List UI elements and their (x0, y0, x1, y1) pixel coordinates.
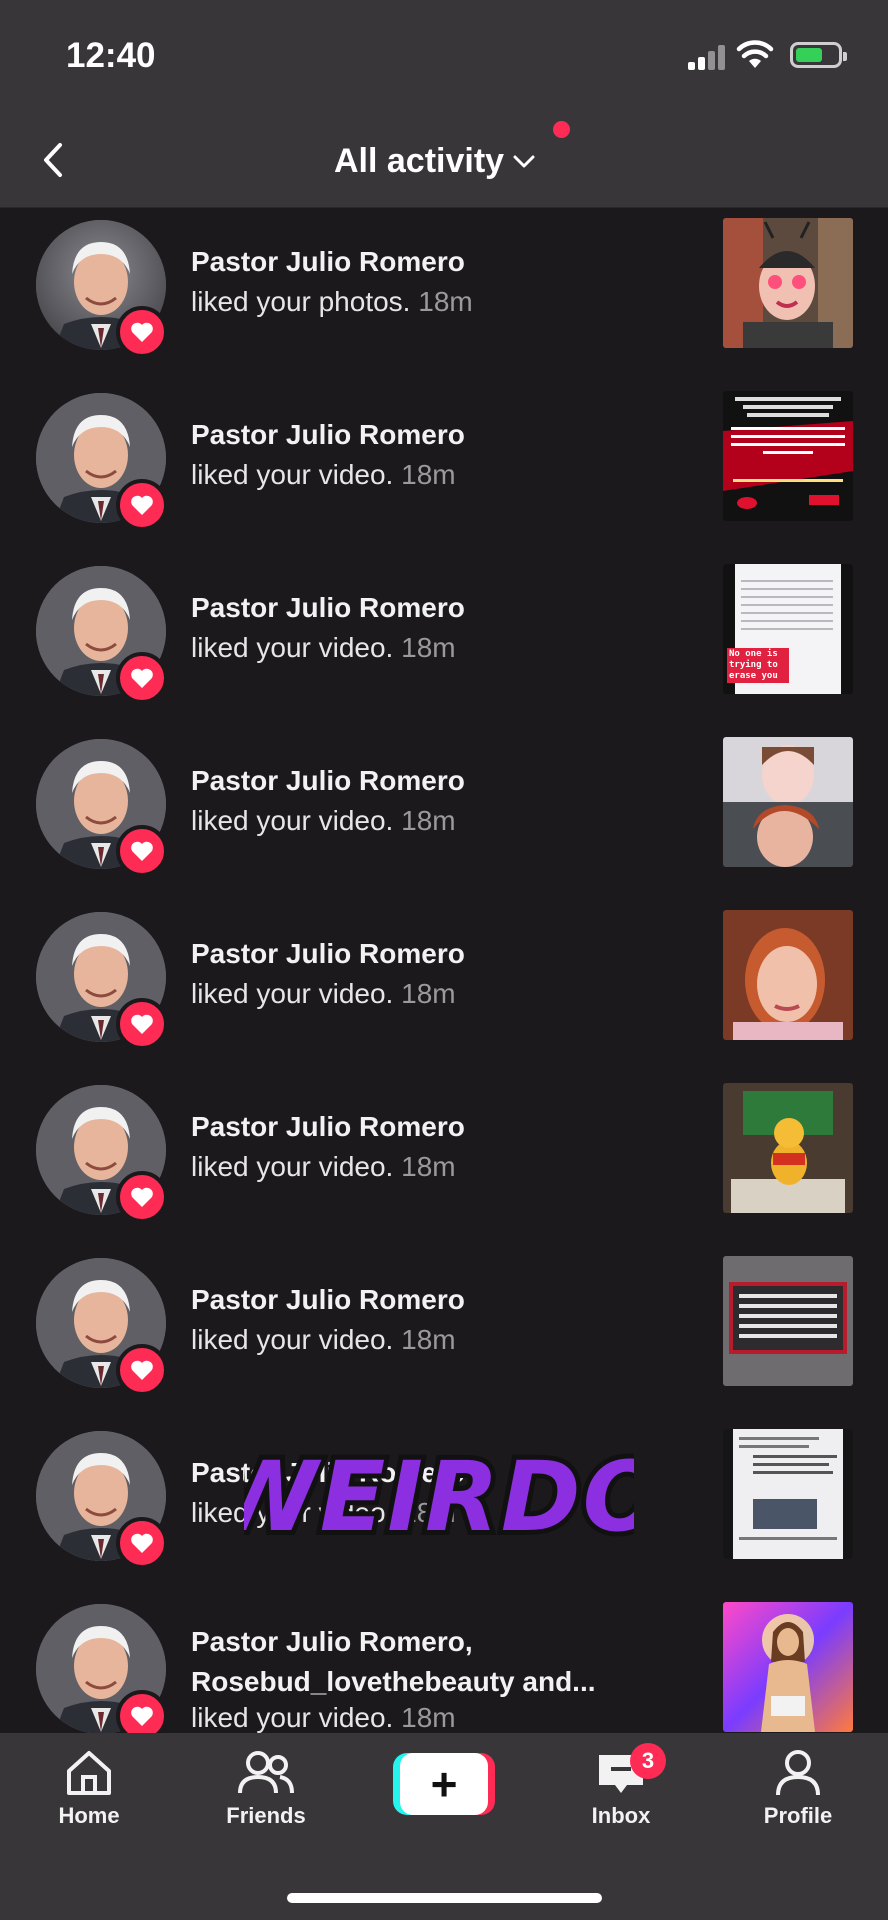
activity-username[interactable]: Pastor Julio Romero (191, 246, 465, 278)
tab-home-label: Home (58, 1803, 120, 1828)
unread-dot (553, 121, 570, 138)
heart-badge-icon (116, 825, 168, 877)
photo-thumbnail[interactable] (723, 218, 853, 348)
activity-row[interactable]: Pastor Julio Romero liked your video. 18… (0, 554, 888, 727)
status-bar: 12:40 (0, 0, 888, 115)
tab-profile-label: Profile (763, 1803, 833, 1828)
timestamp: 18m (401, 1702, 456, 1733)
activity-row[interactable]: Pastor Julio Romero liked your video. 18… (0, 727, 888, 900)
avatar[interactable] (36, 1085, 168, 1223)
video-thumbnail[interactable] (723, 1256, 853, 1386)
avatar[interactable] (36, 1431, 168, 1569)
video-thumbnail[interactable] (723, 1602, 853, 1732)
status-time: 12:40 (66, 36, 156, 75)
weirdo-sticker: WEIRDO (207, 1430, 669, 1570)
activity-header: All activity (0, 115, 888, 208)
heart-badge-icon (116, 652, 168, 704)
timestamp: 18m (401, 1151, 456, 1182)
activity-action: liked your video. 18m (191, 1324, 456, 1356)
timestamp: 18m (401, 978, 456, 1009)
activity-username[interactable]: Pastor Julio Romero (191, 592, 465, 624)
video-thumbnail[interactable] (723, 910, 853, 1040)
plus-icon: + (400, 1753, 488, 1815)
tab-friends[interactable]: Friends (206, 1747, 326, 1829)
video-thumbnail[interactable]: No one is trying to erase you (723, 564, 853, 694)
action-text: liked your video. (191, 1324, 394, 1355)
back-button[interactable] (30, 135, 80, 185)
activity-action: liked your video. 18m (191, 1702, 456, 1734)
battery-icon (790, 42, 847, 68)
activity-action: liked your photos. 18m (191, 286, 473, 318)
activity-action: liked your video. 18m (191, 1151, 456, 1183)
activity-username[interactable]: Pastor Julio Romero (191, 938, 465, 970)
activity-row[interactable]: Pastor Julio Romero liked your video. 18… (0, 1246, 888, 1419)
friends-icon (238, 1751, 294, 1794)
activity-username[interactable]: Pastor Julio Romero (191, 765, 465, 797)
activity-row[interactable]: Pastor Julio Romero liked your video. 18… (0, 381, 888, 554)
heart-badge-icon (116, 1517, 168, 1569)
heart-badge-icon (116, 1171, 168, 1223)
home-icon (67, 1751, 111, 1795)
avatar[interactable] (36, 1604, 168, 1742)
home-indicator[interactable] (287, 1893, 602, 1903)
action-text: liked your photos. (191, 286, 411, 317)
tab-profile[interactable]: Profile (738, 1747, 858, 1829)
tab-home[interactable]: Home (29, 1747, 149, 1829)
video-thumbnail[interactable] (723, 391, 853, 521)
heart-badge-icon (116, 479, 168, 531)
heart-badge-icon (116, 306, 168, 358)
tab-inbox-label: Inbox (591, 1803, 651, 1828)
chevron-down-icon (513, 155, 535, 168)
activity-action: liked your video. 18m (191, 978, 456, 1010)
bottom-tab-bar: Home Friends + Inbox 3 Profile (0, 1733, 888, 1920)
activity-row[interactable]: Pastor Julio Romero liked your video. 18… (0, 900, 888, 1073)
avatar[interactable] (36, 393, 168, 531)
inbox-badge: 3 (630, 1743, 666, 1779)
sticker-text: WEIRDO (244, 1441, 634, 1553)
timestamp: 18m (401, 805, 456, 836)
video-thumbnail[interactable] (723, 1429, 853, 1559)
tab-friends-label: Friends (226, 1803, 306, 1828)
action-text: liked your video. (191, 978, 394, 1009)
activity-row[interactable]: Pastor Julio Romero liked your video. 18… (0, 1073, 888, 1246)
video-thumbnail[interactable] (723, 1083, 853, 1213)
activity-username[interactable]: Pastor Julio Romero (191, 1284, 465, 1316)
cellular-signal-icon (688, 42, 726, 70)
timestamp: 18m (401, 632, 456, 663)
avatar[interactable] (36, 566, 168, 704)
create-button[interactable]: + (393, 1753, 495, 1815)
action-text: liked your video. (191, 632, 394, 663)
activity-username[interactable]: Pastor Julio Romero, Rosebud_lovethebeau… (191, 1622, 651, 1702)
thumbnail-caption: No one is trying to erase you (727, 648, 789, 683)
activity-row[interactable]: Pastor Julio Romero liked your photos. 1… (0, 208, 888, 381)
activity-action: liked your video. 18m (191, 459, 456, 491)
activity-action: liked your video. 18m (191, 805, 456, 837)
activity-filter-dropdown[interactable]: All activity (334, 133, 538, 189)
timestamp: 18m (401, 1324, 456, 1355)
avatar[interactable] (36, 1258, 168, 1396)
wifi-icon (736, 40, 774, 68)
activity-action: liked your video. 18m (191, 632, 456, 664)
profile-icon (776, 1750, 820, 1796)
video-thumbnail[interactable] (723, 737, 853, 867)
avatar[interactable] (36, 220, 168, 358)
avatar[interactable] (36, 739, 168, 877)
heart-badge-icon (116, 998, 168, 1050)
avatar[interactable] (36, 912, 168, 1050)
action-text: liked your video. (191, 1151, 394, 1182)
page-title: All activity (334, 141, 505, 180)
activity-username[interactable]: Pastor Julio Romero (191, 419, 465, 451)
action-text: liked your video. (191, 805, 394, 836)
action-text: liked your video. (191, 459, 394, 490)
action-text: liked your video. (191, 1702, 394, 1733)
heart-badge-icon (116, 1344, 168, 1396)
timestamp: 18m (401, 459, 456, 490)
timestamp: 18m (418, 286, 473, 317)
activity-username[interactable]: Pastor Julio Romero (191, 1111, 465, 1143)
